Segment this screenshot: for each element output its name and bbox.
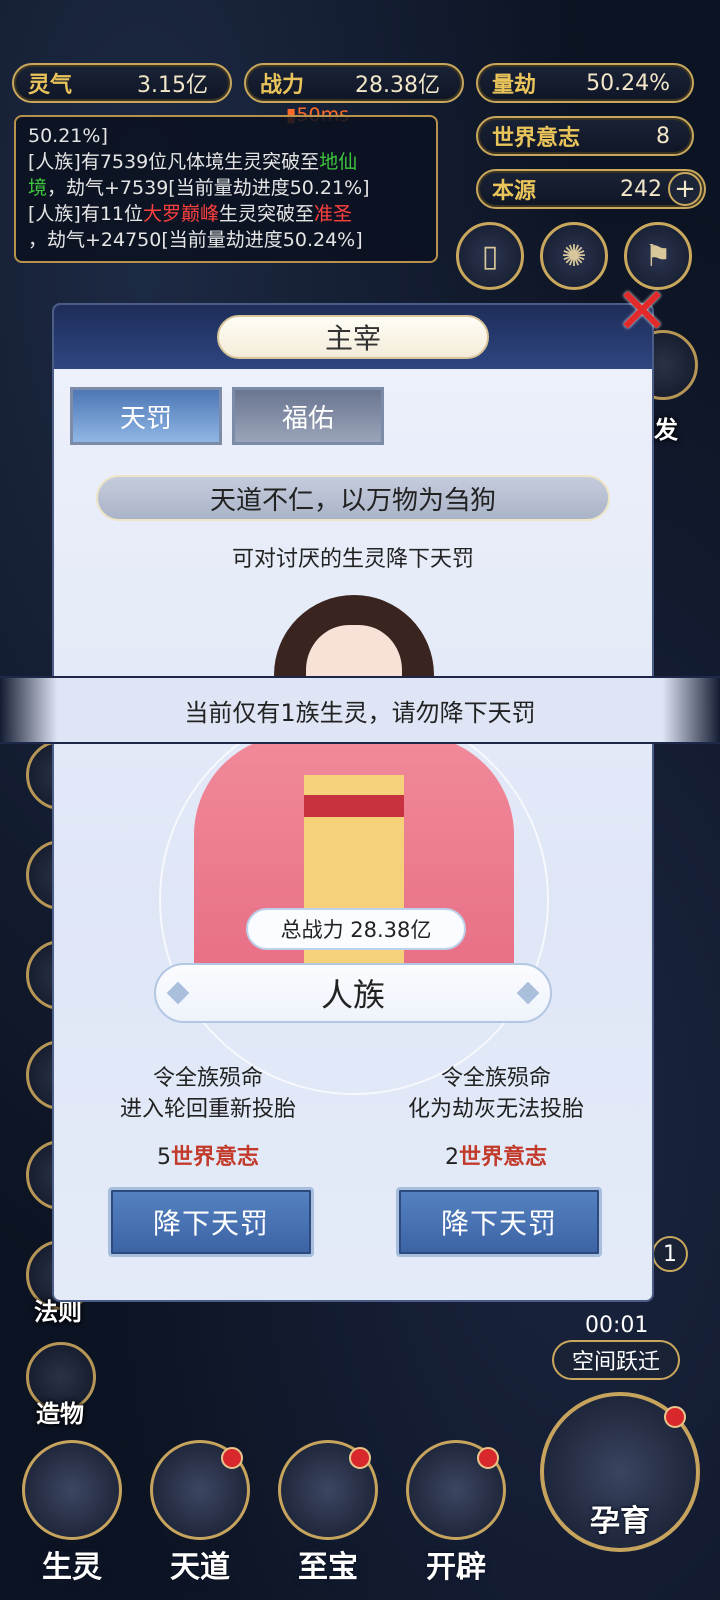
banner-icon: ⚑ bbox=[644, 238, 672, 274]
nav-tiandao[interactable]: 天道 bbox=[140, 1440, 260, 1590]
liangjie-value: 50.24% bbox=[586, 70, 670, 96]
scroll-button[interactable]: ▯ bbox=[456, 222, 524, 290]
vortex-icon: ✺ bbox=[561, 238, 587, 274]
event-log: 50.21%] [人族]有7539位凡体境生灵突破至地仙 境，劫气+7539[当… bbox=[14, 115, 438, 263]
zhibao-icon bbox=[278, 1440, 378, 1540]
nav-label: 天道 bbox=[170, 1550, 230, 1585]
notification-dot bbox=[477, 1447, 499, 1469]
option-cost: 5世界意志 bbox=[156, 1144, 259, 1170]
log-line: 50.21%] bbox=[28, 125, 108, 147]
world-will-value: 8 bbox=[656, 123, 670, 149]
world-will-label: 世界意志 bbox=[492, 125, 581, 151]
lingqi-stat: 灵气 3.15亿 bbox=[12, 63, 232, 103]
zao-wu-label: 造物 bbox=[36, 1399, 84, 1428]
add-benyuan-button[interactable]: + bbox=[668, 172, 702, 206]
nav-kaipi[interactable]: 开辟 bbox=[396, 1440, 516, 1590]
dominate-dialog: 主宰 天罚 福佑 天道不仁，以万物为刍狗 可对讨厌的生灵降下天罚 总战力 28.… bbox=[54, 305, 652, 1300]
notification-dot bbox=[221, 1447, 243, 1469]
nav-shengling[interactable]: 生灵 bbox=[12, 1440, 132, 1590]
notification-dot bbox=[664, 1406, 686, 1428]
zhanli-label: 战力 bbox=[260, 72, 305, 98]
count-badge: 1 bbox=[652, 1236, 688, 1272]
liangjie-label: 量劫 bbox=[492, 72, 537, 98]
portrait-sash bbox=[304, 795, 404, 817]
nav-label: 生灵 bbox=[42, 1550, 102, 1585]
world-will-stat: 世界意志 8 bbox=[476, 116, 694, 156]
race-name: 人族 bbox=[320, 976, 385, 1014]
kaipi-icon bbox=[406, 1440, 506, 1540]
nav-yunyu[interactable]: 孕育 bbox=[535, 1392, 705, 1592]
liangjie-stat: 量劫 50.24% bbox=[476, 63, 694, 103]
nav-zhibao[interactable]: 至宝 bbox=[268, 1440, 388, 1590]
zhanli-stat: 战力 28.38亿 bbox=[244, 63, 464, 103]
scroll-icon: ▯ bbox=[481, 238, 499, 274]
shengling-icon bbox=[22, 1440, 122, 1540]
punish-reincarnate-button[interactable]: 降下天罚 bbox=[108, 1187, 314, 1257]
nav-label: 至宝 bbox=[298, 1550, 358, 1585]
benyuan-stat: 本源 242 + bbox=[476, 169, 706, 209]
punish-annihilate-button[interactable]: 降下天罚 bbox=[396, 1187, 602, 1257]
benyuan-label: 本源 bbox=[492, 178, 537, 204]
diamond-left-icon bbox=[166, 981, 190, 1005]
dialog-header: 主宰 bbox=[54, 305, 652, 369]
notice-banner: 当前仅有1族生灵，请勿降下天罚 bbox=[0, 676, 720, 744]
lingqi-value: 3.15亿 bbox=[137, 73, 208, 98]
dialog-title: 主宰 bbox=[217, 315, 489, 359]
option-description: 令全族殒命 进入轮回重新投胎 bbox=[119, 1066, 296, 1122]
zhanli-value: 28.38亿 bbox=[355, 73, 440, 98]
tab-tianfa[interactable]: 天罚 bbox=[70, 387, 222, 445]
diamond-right-icon bbox=[516, 981, 540, 1005]
nav-label: 孕育 bbox=[590, 1504, 650, 1539]
tab-fuyou[interactable]: 福佑 bbox=[232, 387, 384, 445]
log-line: [人族]有7539位凡体境生灵突破至地仙 bbox=[28, 151, 358, 173]
lingqi-label: 灵气 bbox=[28, 72, 73, 98]
space-jump-button[interactable]: 空间跃迁 bbox=[552, 1340, 680, 1380]
log-line: [人族]有11位大罗巅峰生灵突破至准圣 bbox=[28, 203, 353, 225]
jump-timer: 00:01 bbox=[585, 1313, 649, 1338]
option-description: 令全族殒命 化为劫灰无法投胎 bbox=[407, 1066, 584, 1122]
benyuan-value: 242 bbox=[620, 176, 662, 202]
motto-banner: 天道不仁，以万物为刍狗 bbox=[96, 475, 610, 521]
notification-dot bbox=[349, 1447, 371, 1469]
log-line: 境，劫气+7539[当前量劫进度50.21%] bbox=[28, 177, 370, 199]
total-power: 总战力 28.38亿 bbox=[246, 908, 466, 950]
close-icon[interactable]: ✕ bbox=[612, 280, 672, 344]
race-selector[interactable]: 人族 bbox=[154, 963, 552, 1023]
log-line: ，劫气+24750[当前量劫进度50.24%] bbox=[28, 229, 363, 251]
nav-label: 开辟 bbox=[426, 1550, 486, 1585]
tiandao-icon bbox=[150, 1440, 250, 1540]
vortex-button[interactable]: ✺ bbox=[540, 222, 608, 290]
dialog-subtitle: 可对讨厌的生灵降下天罚 bbox=[231, 547, 474, 572]
option-cost: 2世界意志 bbox=[444, 1144, 547, 1170]
